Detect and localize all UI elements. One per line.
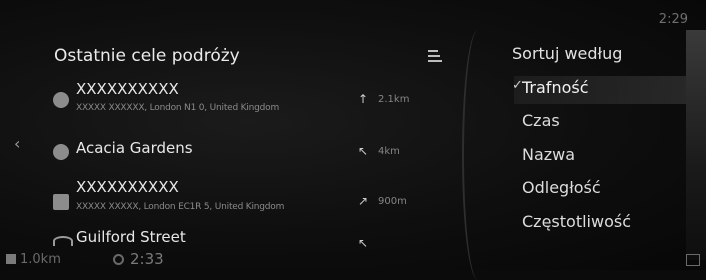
destination-distance: 2.1km	[378, 94, 410, 105]
favourite-star-icon	[53, 194, 69, 210]
sort-option-relevance[interactable]: Trafność	[522, 78, 589, 97]
destination-address: XXXXX XXXXXX, London N1 0, United Kingdo…	[76, 103, 280, 113]
navigation-screen: 2:29 ‹ Ostatnie cele podróży XXXXXXXXXX …	[0, 0, 706, 280]
sort-title: Sortuj według	[512, 44, 623, 63]
message-icon[interactable]	[686, 254, 700, 266]
destination-title: XXXXXXXXXX	[76, 80, 179, 98]
road-icon	[53, 236, 73, 246]
distance-icon	[6, 254, 16, 264]
destination-title: Acacia Gardens	[76, 139, 193, 157]
back-chevron-icon[interactable]: ‹	[14, 134, 20, 153]
destination-distance: 900m	[378, 196, 407, 207]
destination-distance: 4km	[378, 146, 400, 157]
destination-address: XXXXX XXXXX, London EC1R 5, United Kingd…	[76, 202, 285, 212]
arrival-time: 2:33	[130, 250, 164, 268]
bottom-status-bar: 1.0km 2:33	[0, 250, 706, 270]
clock: 2:29	[658, 12, 688, 27]
list-menu-icon[interactable]	[428, 50, 442, 62]
recent-place-icon	[53, 92, 69, 108]
destination-title: Guilford Street	[76, 228, 186, 246]
map-edge	[686, 30, 706, 260]
sort-option-time[interactable]: Czas	[522, 111, 560, 130]
sort-option-frequency[interactable]: Częstotliwość	[522, 212, 631, 231]
direction-arrow-icon: ↗	[358, 194, 369, 208]
direction-arrow-icon: ↑	[358, 92, 369, 106]
clock-icon	[113, 254, 124, 265]
remaining-distance: 1.0km	[20, 252, 61, 267]
destination-row-2[interactable]: Acacia Gardens ↖ 4km	[40, 130, 460, 182]
destination-row-3[interactable]: XXXXXXXXXX XXXXX XXXXX, London EC1R 5, U…	[40, 176, 460, 228]
recent-place-icon	[53, 144, 69, 160]
destination-row-1[interactable]: XXXXXXXXXX XXXXX XXXXXX, London N1 0, Un…	[40, 78, 460, 130]
sort-option-name[interactable]: Nazwa	[522, 145, 575, 164]
destination-title: XXXXXXXXXX	[76, 178, 179, 196]
sort-option-distance[interactable]: Odległość	[522, 178, 601, 197]
sort-panel: Sortuj według ✓ Trafność Czas Nazwa Odle…	[462, 30, 706, 280]
panel-title: Ostatnie cele podróży	[54, 46, 240, 66]
direction-arrow-icon: ↖	[358, 236, 369, 250]
direction-arrow-icon: ↖	[358, 144, 369, 158]
panel-divider	[462, 30, 494, 280]
recent-destinations-panel: Ostatnie cele podróży XXXXXXXXXX XXXXX X…	[40, 40, 460, 265]
